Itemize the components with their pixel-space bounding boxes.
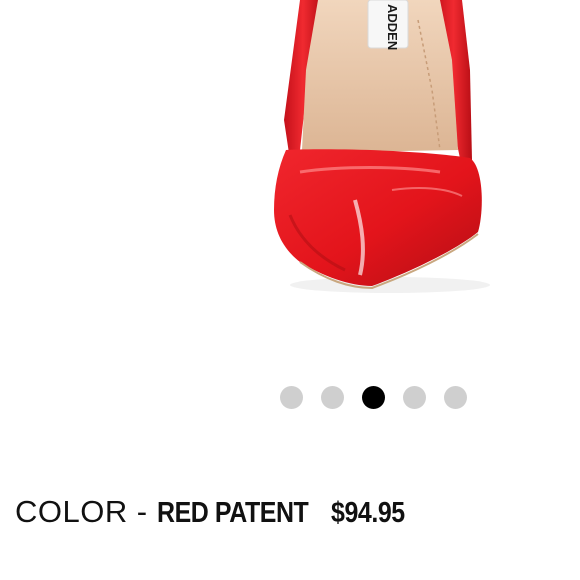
product-info-row: COLOR - RED PATENT $94.95 <box>15 494 417 538</box>
brand-label-text: ADDEN <box>385 4 400 50</box>
image-carousel-indicator <box>280 386 467 409</box>
brand-label: ADDEN <box>367 0 409 50</box>
carousel-dot-1[interactable] <box>280 386 303 409</box>
color-separator: - <box>136 494 148 529</box>
color-label: COLOR <box>15 494 128 529</box>
color-value: RED PATENT <box>157 497 309 529</box>
price: $94.95 <box>331 497 405 529</box>
red-pump-illustration: ADDEN <box>274 0 490 293</box>
carousel-dot-5[interactable] <box>444 386 467 409</box>
carousel-dot-3-active[interactable] <box>362 386 385 409</box>
carousel-dot-2[interactable] <box>321 386 344 409</box>
product-image[interactable]: ADDEN <box>0 0 580 370</box>
carousel-dot-4[interactable] <box>403 386 426 409</box>
